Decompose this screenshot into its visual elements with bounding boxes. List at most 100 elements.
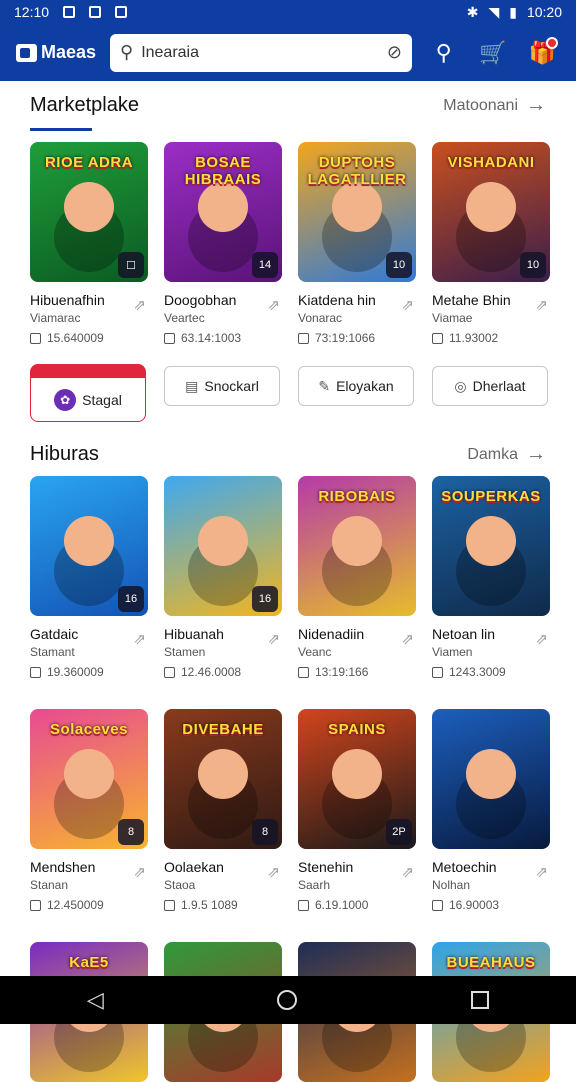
game-thumbnail[interactable]: RIOE ADRA ☐ bbox=[30, 142, 148, 282]
game-name[interactable]: Gatdaic bbox=[30, 626, 148, 642]
game-subtitle: Viamae bbox=[432, 311, 473, 325]
thumbnail-title: Solaceves bbox=[50, 721, 128, 738]
game-card[interactable]: RIOE ADRA ☐ Hibuenafhin Viamarac 15.640009 ⇗ bbox=[30, 142, 148, 345]
game-subtitle: Saarh bbox=[298, 878, 331, 892]
share-icon[interactable]: ⇗ bbox=[267, 863, 280, 881]
character-illustration bbox=[332, 749, 382, 799]
game-thumbnail[interactable]: Solaceves 8 bbox=[30, 709, 148, 849]
category-chips: ✿ Stagal ▤ Snockarl ✎ Eloyakan ◎ Dherlaat bbox=[30, 364, 548, 422]
character-illustration bbox=[64, 516, 114, 566]
game-subtitle: Veartec bbox=[164, 311, 205, 325]
meta-text: 12.46.0008 bbox=[181, 665, 242, 679]
calendar-icon bbox=[298, 899, 309, 911]
game-thumbnail[interactable]: SOUPERKAS bbox=[432, 476, 550, 616]
share-icon[interactable]: ⇗ bbox=[401, 863, 414, 881]
cart-icon: 🛒 bbox=[479, 39, 507, 65]
game-name[interactable]: Mendshen bbox=[30, 859, 148, 875]
logo-icon bbox=[16, 43, 37, 62]
rating-badge: 8 bbox=[118, 819, 144, 845]
system-nav-bar: ◁ bbox=[0, 976, 576, 1024]
game-thumbnail[interactable]: DUPTOHS LAGATLLIER 10 bbox=[298, 142, 416, 282]
share-icon[interactable]: ⇗ bbox=[535, 863, 548, 881]
meta-text: 12.450009 bbox=[47, 898, 104, 912]
game-thumbnail[interactable]: RIBOBAIS bbox=[298, 476, 416, 616]
marketplace-see-all[interactable]: Matoonani → bbox=[443, 94, 546, 117]
hiburas-see-all[interactable]: Damka → bbox=[467, 443, 546, 466]
game-name[interactable]: Netoan lin bbox=[432, 626, 550, 642]
game-thumbnail[interactable]: SPAINS 2P bbox=[298, 709, 416, 849]
category-chip[interactable]: ◎ Dherlaat bbox=[432, 366, 548, 406]
game-name[interactable]: Metahe Bhin bbox=[432, 292, 550, 308]
thumbnail-title: SOUPERKAS bbox=[441, 488, 541, 505]
recents-icon[interactable] bbox=[471, 991, 490, 1009]
notification-icon bbox=[63, 6, 76, 18]
share-icon[interactable]: ⇗ bbox=[535, 296, 548, 314]
game-name[interactable]: Nidenadiin bbox=[298, 626, 416, 642]
game-name[interactable]: Oolaekan bbox=[164, 859, 282, 875]
game-meta: 19.360009 bbox=[30, 665, 148, 679]
search-input[interactable] bbox=[141, 43, 379, 62]
game-meta: 15.640009 bbox=[30, 331, 148, 345]
share-icon[interactable]: ⇗ bbox=[133, 630, 146, 648]
category-chip[interactable]: ✿ Stagal bbox=[30, 364, 146, 422]
app-logo[interactable]: Maeas bbox=[16, 42, 96, 63]
meta-text: 13:19:166 bbox=[315, 665, 369, 679]
chip-icon: ◎ bbox=[454, 377, 467, 394]
game-name[interactable]: Doogobhan bbox=[164, 292, 282, 308]
game-name[interactable]: Hibuanah bbox=[164, 626, 282, 642]
game-thumbnail[interactable]: 16 bbox=[30, 476, 148, 616]
game-subtitle: Viamarac bbox=[30, 311, 81, 325]
game-thumbnail[interactable]: VISHADANI 10 bbox=[432, 142, 550, 282]
game-card[interactable]: VISHADANI 10 Metahe Bhin Viamae 11.93002 ⇗ bbox=[432, 142, 550, 345]
share-icon[interactable]: ⇗ bbox=[133, 863, 146, 881]
game-card[interactable]: SPAINS 2P Stenehin Saarh 6.19.1000 ⇗ bbox=[298, 709, 416, 912]
home-icon[interactable] bbox=[277, 990, 298, 1010]
game-name[interactable]: Stenehin bbox=[298, 859, 416, 875]
game-thumbnail[interactable]: BOSAE HIBRAAIS 14 bbox=[164, 142, 282, 282]
profile-button[interactable]: 🎁 bbox=[525, 35, 560, 71]
game-meta: 73:19:1066 bbox=[298, 331, 416, 345]
game-thumbnail[interactable] bbox=[432, 709, 550, 849]
share-icon[interactable]: ⇗ bbox=[267, 296, 280, 314]
game-subtitle: Stamen bbox=[164, 645, 206, 659]
game-card[interactable]: 16 Gatdaic Stamant 19.360009 ⇗ bbox=[30, 476, 148, 679]
search-box[interactable]: ⚲ ⊘ bbox=[110, 33, 412, 72]
game-card[interactable]: BOSAE HIBRAAIS 14 Doogobhan Veartec 63.14:10… bbox=[164, 142, 282, 345]
share-icon[interactable]: ⇗ bbox=[267, 630, 280, 648]
chip-label: Eloyakan bbox=[336, 378, 394, 394]
game-name[interactable]: Kiatdena hin bbox=[298, 292, 416, 308]
marketplace-header: Marketplake Matoonani → bbox=[30, 94, 546, 117]
thumbnail-title: BUEAHAUS bbox=[446, 954, 536, 971]
game-thumbnail[interactable]: DIVEBAHE 8 bbox=[164, 709, 282, 849]
calendar-icon bbox=[298, 666, 309, 678]
share-icon[interactable]: ⇗ bbox=[133, 296, 146, 314]
search-button[interactable]: ⚲ bbox=[426, 35, 461, 71]
category-chip[interactable]: ✎ Eloyakan bbox=[298, 366, 414, 406]
share-icon[interactable]: ⇗ bbox=[401, 296, 414, 314]
game-card[interactable]: RIBOBAIS Nidenadiin Veanc 13:19:166 ⇗ bbox=[298, 476, 416, 679]
thumbnail-title: KaE5 bbox=[69, 954, 109, 971]
game-card[interactable]: DUPTOHS LAGATLLIER 10 Kiatdena hin Vonarac 7… bbox=[298, 142, 416, 345]
game-meta: 11.93002 bbox=[432, 331, 550, 345]
marketplace-grid: RIOE ADRA ☐ Hibuenafhin Viamarac 15.640009 ⇗ B… bbox=[30, 142, 550, 345]
share-icon[interactable]: ⇗ bbox=[401, 630, 414, 648]
game-subtitle: Veanc bbox=[298, 645, 332, 659]
category-chip[interactable]: ▤ Snockarl bbox=[164, 366, 280, 406]
game-card[interactable]: Metoechin Nolhan 16.90003 ⇗ bbox=[432, 709, 550, 912]
game-meta: 16.90003 bbox=[432, 898, 550, 912]
clear-search-icon[interactable]: ⊘ bbox=[387, 42, 402, 63]
game-meta: 12.450009 bbox=[30, 898, 148, 912]
game-thumbnail[interactable]: 16 bbox=[164, 476, 282, 616]
game-card[interactable]: 16 Hibuanah Stamen 12.46.0008 ⇗ bbox=[164, 476, 282, 679]
signal-icon: ▮ bbox=[509, 3, 517, 20]
game-name[interactable]: Metoechin bbox=[432, 859, 550, 875]
game-name[interactable]: Hibuenafhin bbox=[30, 292, 148, 308]
cart-button[interactable]: 🛒 bbox=[475, 35, 510, 71]
share-icon[interactable]: ⇗ bbox=[535, 630, 548, 648]
game-card[interactable]: DIVEBAHE 8 Oolaekan Staoa 1.9.5 1089 ⇗ bbox=[164, 709, 282, 912]
thumbnail-title: VISHADANI bbox=[447, 154, 535, 171]
back-icon[interactable]: ◁ bbox=[87, 987, 104, 1013]
game-card[interactable]: Solaceves 8 Mendshen Stanan 12.450009 ⇗ bbox=[30, 709, 148, 912]
chip-icon: ✎ bbox=[318, 377, 331, 394]
game-card[interactable]: SOUPERKAS Netoan lin Viamen 1243.3009 ⇗ bbox=[432, 476, 550, 679]
